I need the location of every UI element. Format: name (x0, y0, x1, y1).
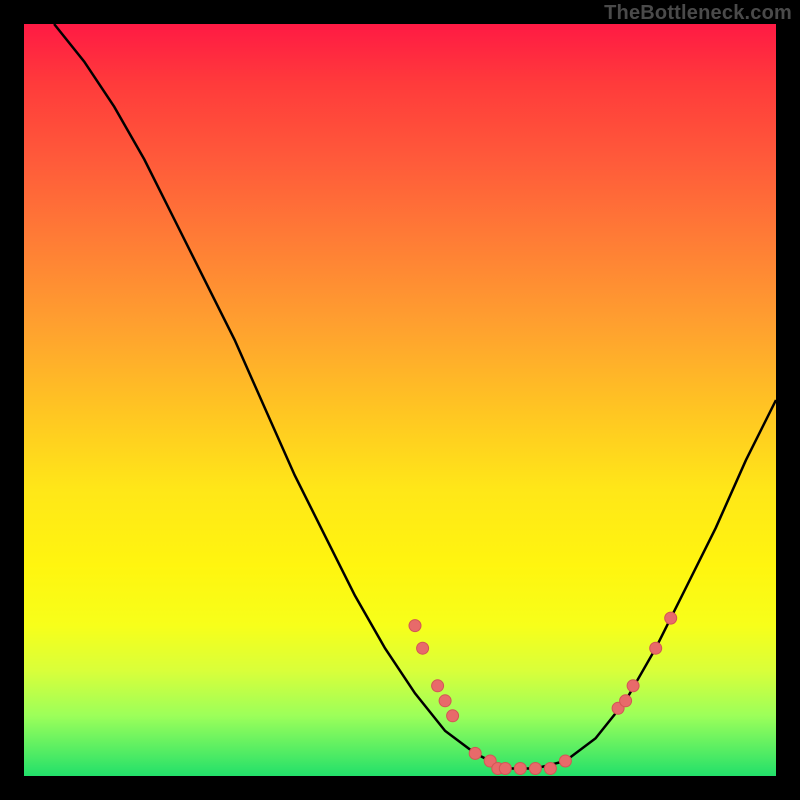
data-point (650, 642, 662, 654)
data-point (499, 763, 511, 775)
data-points-group (409, 612, 677, 774)
data-point (544, 763, 556, 775)
data-point (447, 710, 459, 722)
bottleneck-curve (54, 24, 776, 769)
data-point (432, 680, 444, 692)
data-point (620, 695, 632, 707)
watermark-text: TheBottleneck.com (604, 2, 792, 25)
chart-svg (24, 24, 776, 776)
data-point (559, 755, 571, 767)
data-point (529, 763, 541, 775)
data-point (439, 695, 451, 707)
data-point (409, 620, 421, 632)
plot-area (24, 24, 776, 776)
chart-container: TheBottleneck.com (0, 0, 800, 800)
data-point (469, 747, 481, 759)
data-point (627, 680, 639, 692)
data-point (665, 612, 677, 624)
data-point (514, 763, 526, 775)
data-point (417, 642, 429, 654)
